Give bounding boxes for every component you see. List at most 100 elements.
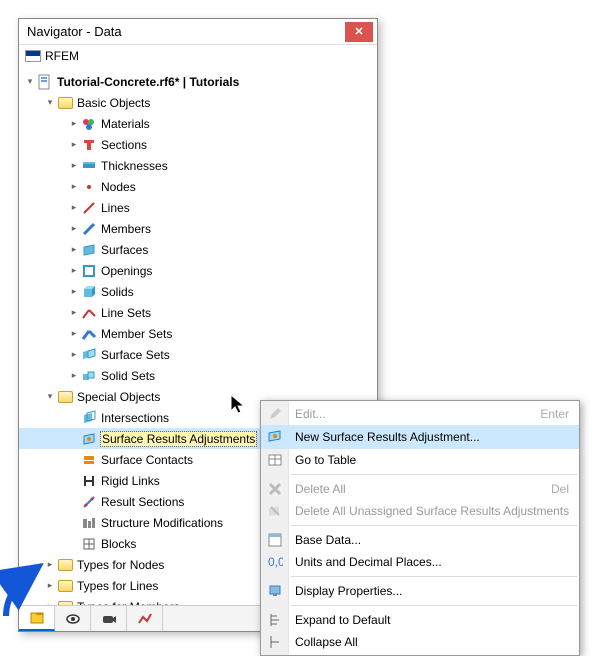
menu-label: Delete All Unassigned Surface Results Ad… bbox=[295, 504, 569, 518]
sections-icon bbox=[81, 137, 97, 153]
folder-icon bbox=[57, 95, 73, 111]
menu-label: Edit... bbox=[295, 407, 326, 421]
node-label: Solid Sets bbox=[101, 369, 155, 383]
menu-base-data[interactable]: Base Data... bbox=[261, 529, 579, 551]
contacts-icon bbox=[81, 452, 97, 468]
menu-label: Delete All bbox=[295, 482, 346, 496]
tab-views[interactable] bbox=[91, 606, 127, 631]
tree-node[interactable]: ▸ Member Sets bbox=[19, 323, 377, 344]
expand-icon[interactable]: ▾ bbox=[43, 96, 57, 110]
resultsections-icon bbox=[81, 494, 97, 510]
expand-icon[interactable]: ▾ bbox=[23, 75, 37, 89]
node-label: Types for Nodes bbox=[77, 558, 164, 572]
menu-edit: Edit... Enter bbox=[261, 403, 579, 425]
menu-label: Collapse All bbox=[295, 635, 358, 649]
menu-new-adjustment[interactable]: New Surface Results Adjustment... bbox=[261, 425, 579, 449]
svg-text:0,00: 0,00 bbox=[268, 555, 283, 569]
context-menu: Edit... Enter New Surface Results Adjust… bbox=[260, 400, 580, 656]
expand-icon[interactable]: ▸ bbox=[67, 159, 81, 173]
tree-node[interactable]: ▸ Members bbox=[19, 218, 377, 239]
tree-node[interactable]: ▸ Materials bbox=[19, 113, 377, 134]
menu-goto-table[interactable]: Go to Table bbox=[261, 449, 579, 471]
node-label: Blocks bbox=[101, 537, 136, 551]
menu-expand[interactable]: Expand to Default bbox=[261, 609, 579, 631]
expand-icon[interactable]: ▸ bbox=[67, 369, 81, 383]
node-label: Sections bbox=[101, 138, 147, 152]
expand-icon[interactable]: ▸ bbox=[67, 222, 81, 236]
menu-collapse[interactable]: Collapse All bbox=[261, 631, 579, 653]
expand-icon[interactable]: ▸ bbox=[67, 180, 81, 194]
node-label: Intersections bbox=[101, 411, 169, 425]
expand-icon[interactable]: ▸ bbox=[67, 348, 81, 362]
node-label: Members bbox=[101, 222, 151, 236]
node-label: Surface Contacts bbox=[101, 453, 193, 467]
adjustments-icon bbox=[81, 431, 97, 447]
menu-units[interactable]: 0,00 Units and Decimal Places... bbox=[261, 551, 579, 573]
menu-shortcut: Enter bbox=[540, 407, 569, 421]
tree-node[interactable]: ▸ Solid Sets bbox=[19, 365, 377, 386]
linesets-icon bbox=[81, 305, 97, 321]
node-label: Special Objects bbox=[77, 390, 160, 404]
expand-icon[interactable]: ▸ bbox=[67, 264, 81, 278]
expand-icon[interactable]: ▸ bbox=[67, 306, 81, 320]
tree-node[interactable]: ▸ Thicknesses bbox=[19, 155, 377, 176]
menu-label: Go to Table bbox=[295, 453, 356, 467]
solids-icon bbox=[81, 284, 97, 300]
app-root-row[interactable]: RFEM bbox=[19, 45, 377, 67]
menu-label: New Surface Results Adjustment... bbox=[295, 430, 480, 444]
tab-results[interactable] bbox=[127, 606, 163, 631]
tab-display[interactable] bbox=[55, 606, 91, 631]
menu-delete-all: Delete All Del bbox=[261, 478, 579, 500]
thicknesses-icon bbox=[81, 158, 97, 174]
collapse-tree-icon bbox=[267, 634, 283, 650]
tree-node[interactable]: ▸ Nodes bbox=[19, 176, 377, 197]
expand-icon[interactable]: ▸ bbox=[67, 327, 81, 341]
app-name: RFEM bbox=[45, 49, 79, 63]
node-label: Types for Lines bbox=[77, 579, 158, 593]
materials-icon bbox=[81, 116, 97, 132]
node-label: Member Sets bbox=[101, 327, 172, 341]
tree-node[interactable]: ▸ Surfaces bbox=[19, 239, 377, 260]
expand-icon[interactable]: ▸ bbox=[67, 243, 81, 257]
blocks-icon bbox=[81, 536, 97, 552]
tree-node[interactable]: ▸ Surface Sets bbox=[19, 344, 377, 365]
node-label: Materials bbox=[101, 117, 150, 131]
node-label: Nodes bbox=[101, 180, 136, 194]
intersections-icon bbox=[81, 410, 97, 426]
basic-objects-node[interactable]: ▾ Basic Objects bbox=[19, 92, 377, 113]
app-icon bbox=[25, 50, 41, 62]
node-label: Openings bbox=[101, 264, 152, 278]
node-label: Basic Objects bbox=[77, 96, 150, 110]
table-icon bbox=[267, 452, 283, 468]
expand-icon[interactable]: ▾ bbox=[43, 390, 57, 404]
lines-icon bbox=[81, 200, 97, 216]
modifications-icon bbox=[81, 515, 97, 531]
node-label: Surface Results Adjustments bbox=[101, 432, 256, 446]
units-icon: 0,00 bbox=[267, 554, 283, 570]
menu-label: Base Data... bbox=[295, 533, 361, 547]
menu-display-props[interactable]: Display Properties... bbox=[261, 580, 579, 602]
node-label: Line Sets bbox=[101, 306, 151, 320]
tree-node[interactable]: ▸ Openings bbox=[19, 260, 377, 281]
callout-arrow bbox=[0, 560, 52, 622]
expand-icon[interactable]: ▸ bbox=[67, 285, 81, 299]
close-button[interactable]: ✕ bbox=[345, 22, 373, 42]
folder-icon bbox=[57, 389, 73, 405]
menu-separator bbox=[291, 605, 577, 606]
expand-icon[interactable]: ▸ bbox=[67, 117, 81, 131]
solidsets-icon bbox=[81, 368, 97, 384]
rigidlinks-icon bbox=[81, 473, 97, 489]
tree-node[interactable]: ▸ Lines bbox=[19, 197, 377, 218]
tree-node[interactable]: ▸ Sections bbox=[19, 134, 377, 155]
document-icon bbox=[37, 74, 53, 90]
file-node[interactable]: ▾ Tutorial-Concrete.rf6* | Tutorials bbox=[19, 71, 377, 92]
expand-icon[interactable]: ▸ bbox=[67, 201, 81, 215]
tree-node[interactable]: ▸ Solids bbox=[19, 281, 377, 302]
menu-label: Display Properties... bbox=[295, 584, 402, 598]
node-label: Result Sections bbox=[101, 495, 184, 509]
node-label: Structure Modifications bbox=[101, 516, 223, 530]
tree-node[interactable]: ▸ Line Sets bbox=[19, 302, 377, 323]
expand-icon[interactable]: ▸ bbox=[67, 138, 81, 152]
node-label: Solids bbox=[101, 285, 134, 299]
menu-shortcut: Del bbox=[551, 482, 569, 496]
